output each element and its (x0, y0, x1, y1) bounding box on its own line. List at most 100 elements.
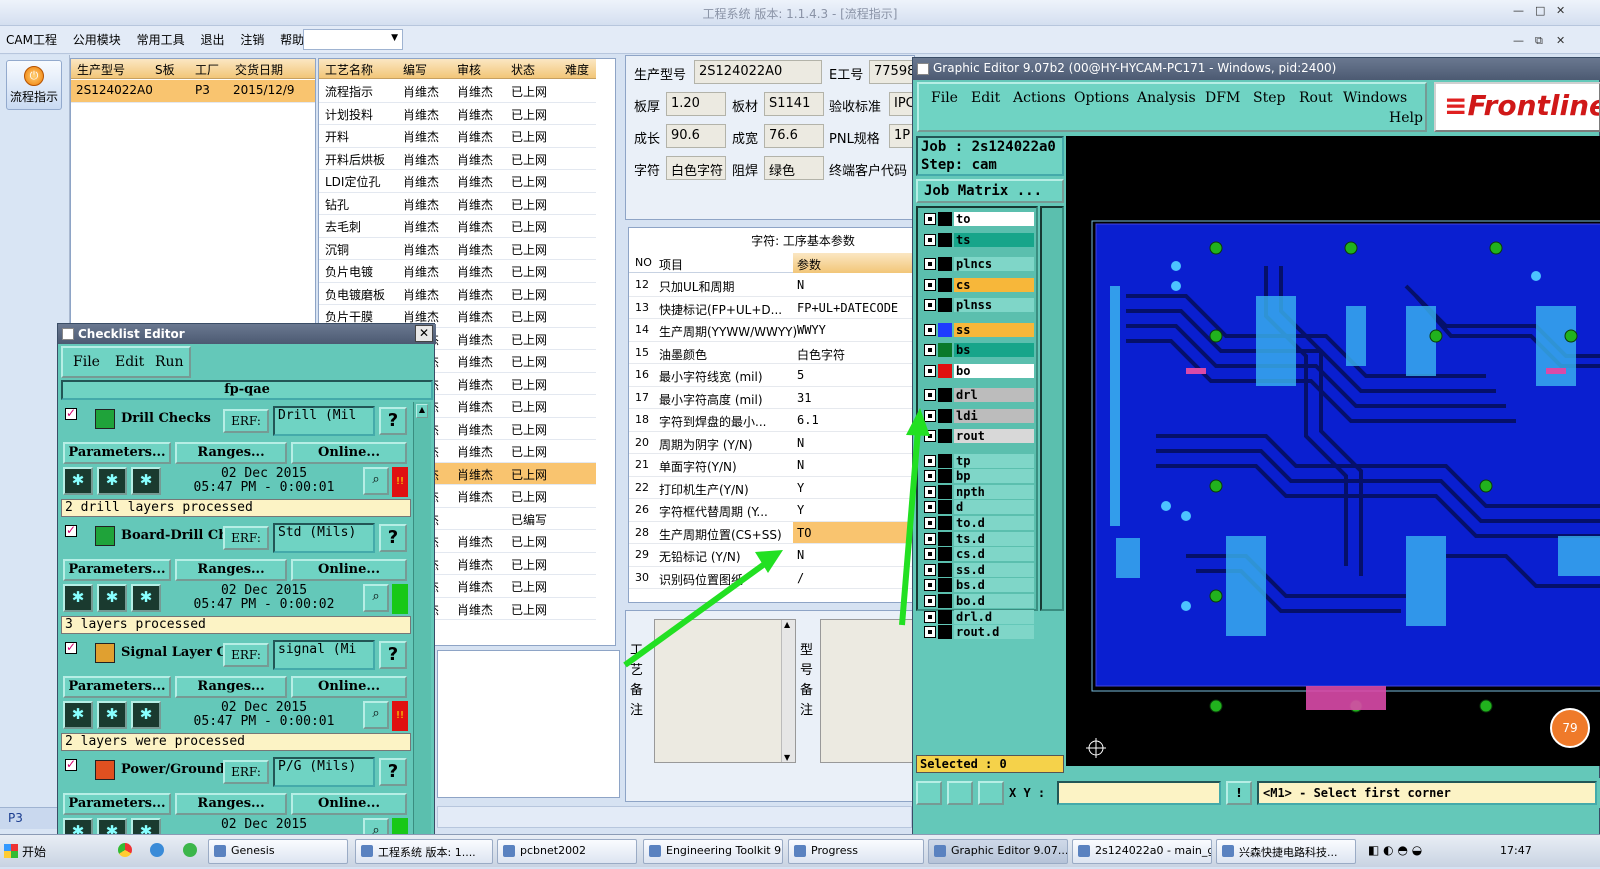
task-graphic-editor[interactable]: Graphic Editor 9.07... (928, 839, 1068, 864)
xy-input[interactable] (1057, 781, 1221, 805)
job-matrix-button[interactable]: Job Matrix ... (916, 179, 1064, 203)
ge-menu-windows[interactable]: Windows (1343, 90, 1407, 106)
menu-cam[interactable]: CAM工程 (0, 26, 63, 54)
layer-name[interactable]: ss (954, 322, 1034, 337)
layer-color-swatch[interactable] (938, 453, 952, 468)
layer-row[interactable]: bo (922, 363, 1034, 378)
layer-checkbox[interactable] (924, 258, 936, 270)
tray-icons[interactable]: ◧ ◐ ◓ ◒ (1368, 843, 1422, 857)
layer-row[interactable]: ss (922, 322, 1034, 337)
zoom-icon[interactable]: ⌕ (363, 467, 389, 495)
layer-name[interactable]: cs (954, 277, 1034, 292)
layer-name[interactable]: rout.d (954, 625, 1034, 640)
process-flow-button[interactable]: ⏻ 流程指示 (6, 60, 62, 110)
close-icon[interactable]: ✕ (415, 325, 433, 342)
layer-color-swatch[interactable] (938, 232, 952, 247)
layer-color-swatch[interactable] (938, 500, 952, 515)
scroll-up-icon[interactable]: ▲ (784, 620, 790, 629)
table-row[interactable]: 13 快捷标记(FP+UL+D... FP+UL+DATECODE (629, 297, 917, 319)
layer-color-swatch[interactable] (938, 531, 952, 546)
layer-checkbox[interactable] (924, 470, 936, 483)
layer-row[interactable]: ts (922, 232, 1034, 247)
layer-color-swatch[interactable] (938, 298, 952, 312)
task-genesis[interactable]: Genesis (208, 839, 348, 864)
col-item[interactable]: 项目 (659, 256, 683, 273)
layer-name[interactable]: ts.d (954, 531, 1034, 546)
layer-name[interactable]: plncs (954, 257, 1034, 271)
chevron-down-icon[interactable]: ▼ (391, 33, 398, 43)
layer-name[interactable]: to.d (954, 515, 1034, 530)
minimize-icon[interactable]: — (1513, 4, 1524, 17)
table-row[interactable]: 20 周期为阴字 (Y/N) N (629, 432, 917, 454)
table-row[interactable]: 流程指示 肖维杰 肖维杰 已上网 (319, 80, 596, 103)
ge-menu-help[interactable]: Help (1389, 110, 1423, 126)
ce-menu-run[interactable]: Run (155, 354, 184, 370)
task-engineering-toolkit[interactable]: Engineering Toolkit 9.... (643, 839, 783, 864)
alert-icon[interactable]: ! (1226, 781, 1252, 805)
pcb-canvas[interactable] (1066, 136, 1600, 766)
table-row[interactable]: 26 字符框代替周期 (Y... Y (629, 499, 917, 522)
col-author[interactable]: 编写 (403, 61, 427, 78)
check-enable-checkbox[interactable] (65, 757, 77, 771)
ge-menu-dfm[interactable]: DFM (1205, 90, 1240, 106)
help-icon[interactable]: ? (379, 407, 407, 435)
layer-row[interactable]: bo.d (922, 593, 1034, 608)
online-button[interactable]: Online... (291, 676, 407, 698)
layer-checkbox[interactable] (924, 532, 936, 545)
table-row[interactable]: 负电镀磨板 肖维杰 肖维杰 已上网 (319, 283, 596, 305)
child-restore-icon[interactable]: ⧉ (1535, 34, 1543, 48)
layer-checkbox[interactable] (924, 323, 936, 336)
help-icon[interactable]: ? (379, 524, 407, 552)
layer-row[interactable]: bp (922, 469, 1034, 484)
layer-name[interactable]: plnss (954, 298, 1034, 312)
layer-row[interactable]: d (922, 500, 1034, 515)
col-model[interactable]: 生产型号 (77, 61, 125, 78)
layer-color-swatch[interactable] (938, 212, 952, 226)
layer-color-swatch[interactable] (938, 343, 952, 357)
grid-icon[interactable] (978, 781, 1004, 805)
run-icon[interactable]: ✱ (63, 584, 93, 612)
layer-name[interactable]: rout (954, 429, 1034, 443)
menu-common-tools[interactable]: 常用工具 (131, 26, 191, 54)
ce-menu-edit[interactable]: Edit (115, 354, 144, 370)
layer-name[interactable]: drl (954, 388, 1034, 402)
zoom-area-icon[interactable] (916, 781, 942, 805)
ranges-button[interactable]: Ranges... (175, 442, 287, 464)
parameters-button[interactable]: Parameters... (63, 559, 171, 581)
erf-field[interactable]: Std (Mils) (273, 523, 375, 553)
ge-menu-step[interactable]: Step (1253, 90, 1285, 106)
layer-row[interactable]: to.d (922, 515, 1034, 530)
layer-name[interactable]: cs.d (954, 547, 1034, 562)
mask-field[interactable]: 绿色 (764, 156, 824, 180)
layer-color-swatch[interactable] (938, 469, 952, 484)
scroll-down-icon[interactable]: ▼ (784, 753, 790, 762)
check-enable-checkbox[interactable] (65, 640, 77, 654)
parameters-button[interactable]: Parameters... (63, 793, 171, 815)
layer-color-swatch[interactable] (938, 322, 952, 337)
notification-badge[interactable]: 79 (1550, 708, 1590, 748)
table-row[interactable]: 开料 肖维杰 肖维杰 已上网 (319, 125, 596, 148)
ranges-button[interactable]: Ranges... (175, 676, 287, 698)
layer-row[interactable]: plncs (922, 257, 1034, 271)
erf-button[interactable]: ERF: (223, 643, 269, 667)
erf-field[interactable]: Drill (Mil (273, 406, 375, 436)
table-row[interactable]: LDI定位孔 肖维杰 肖维杰 已上网 (319, 170, 596, 193)
zoom-icon[interactable]: ⌕ (363, 584, 389, 612)
layer-row[interactable]: drl (922, 388, 1034, 402)
ge-menu-rout[interactable]: Rout (1299, 90, 1333, 106)
layer-checkbox[interactable] (924, 563, 936, 576)
layer-name[interactable]: d (954, 500, 1034, 515)
col-difficulty[interactable]: 难度 (565, 61, 589, 78)
layer-checkbox[interactable] (924, 213, 936, 225)
menu-exit[interactable]: 退出 (194, 26, 230, 54)
material-field[interactable]: S1141 (764, 92, 824, 116)
parameters-button[interactable]: Parameters... (63, 442, 171, 464)
ge-menu-edit[interactable]: Edit (971, 90, 1000, 106)
layer-checkbox[interactable] (924, 548, 936, 561)
scroll-up-icon[interactable]: ▲ (416, 404, 428, 418)
layer-checkbox[interactable] (924, 501, 936, 514)
table-row[interactable]: 17 最小字符高度 (mil) 31 (629, 387, 917, 409)
child-minimize-icon[interactable]: — (1513, 34, 1524, 47)
col-process-name[interactable]: 工艺名称 (325, 61, 373, 78)
app-icon[interactable] (183, 843, 197, 857)
